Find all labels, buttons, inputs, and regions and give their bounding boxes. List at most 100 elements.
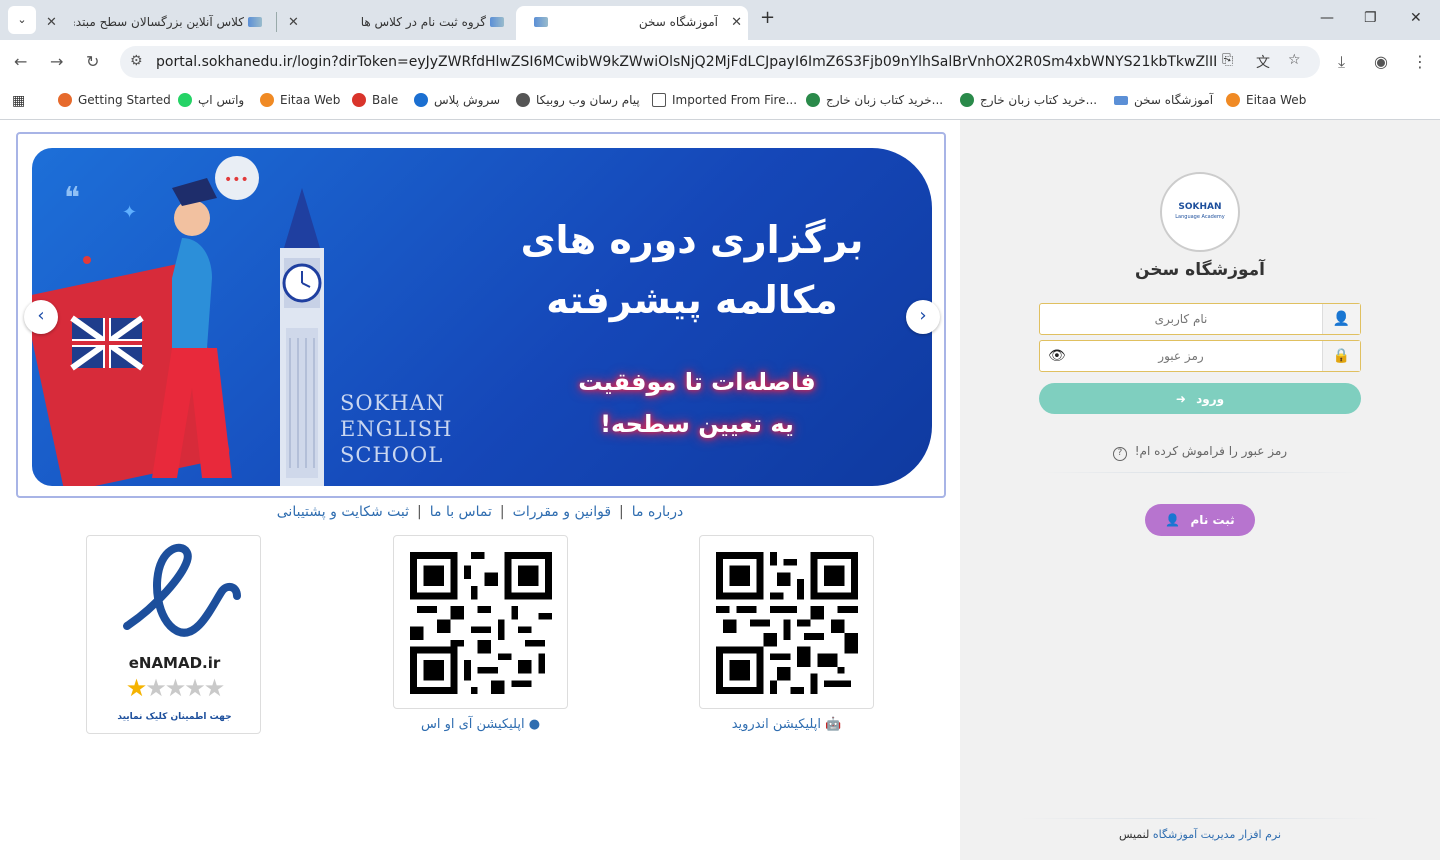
omnibox[interactable]: ⚙ portal.sokhanedu.ir/login?dirToken=eyJ… (120, 46, 1320, 78)
android-qr-card[interactable] (699, 535, 874, 709)
enamad-stars: ★★★★★ (125, 674, 226, 702)
signup-button-label: ثبت نام (1190, 513, 1235, 527)
user-add-icon: 👤 (1165, 513, 1181, 527)
close-icon[interactable]: ✕ (288, 15, 299, 30)
academy-name: آموزشگاه سخن (1134, 260, 1265, 280)
enamad-logo-icon (123, 543, 241, 637)
bookmark-rubika[interactable]: پیام رسان وب روبیکا (516, 93, 640, 107)
login-button-label: ورود (1196, 391, 1225, 406)
translate-icon[interactable]: 文 (1256, 52, 1270, 72)
divider (1039, 472, 1361, 473)
svg-text:•••: ••• (224, 172, 249, 188)
bookmark-sokhan[interactable]: آموزشگاه سخن (1114, 93, 1213, 107)
android-qr-code (716, 552, 858, 694)
lock-icon: 🔒 (1322, 341, 1360, 371)
banner-tagline-2: یه تعیین سطحه! (600, 410, 794, 438)
ios-qr-card[interactable] (393, 535, 568, 709)
tab-search-icon[interactable]: ⌄ (8, 6, 36, 34)
site-info-icon[interactable]: ⚙ (130, 53, 143, 69)
user-icon: 👤 (1322, 304, 1360, 334)
login-panel: SOKHAN Language Academy آموزشگاه سخن 👤 👁… (960, 120, 1440, 860)
tab-title: آموزشگاه سخن (638, 15, 718, 29)
svg-text:✦: ✦ (122, 202, 137, 223)
promo-carousel[interactable]: ••• ❝ ✦ SOKHAN ENGLISH SCHOOL برگزاری دو… (16, 132, 946, 498)
logo-title: SOKHAN (1178, 202, 1222, 212)
apple-icon: ● (528, 717, 541, 732)
bookmark-book-shop-2[interactable]: خرید کتاب زبان خارج... (960, 93, 1097, 107)
bookmark-whatsapp[interactable]: واتس اپ (178, 93, 244, 107)
bookmark-bale[interactable]: Bale (352, 93, 398, 107)
bookmark-imported-folder[interactable]: Imported From Fire... (652, 93, 797, 107)
android-app-caption[interactable]: 🤖 اپلیکیشن اندروید (699, 717, 874, 732)
banner-headline-2: مکالمه پیشرفته (546, 278, 838, 322)
site-favicon (490, 17, 504, 27)
new-tab-icon[interactable]: + (760, 7, 775, 28)
back-icon[interactable]: ← (14, 52, 27, 71)
login-button[interactable]: ورود ➜ (1039, 383, 1361, 414)
sign-in-icon: ➜ (1175, 391, 1186, 406)
logo-subtitle: Language Academy (1175, 214, 1225, 220)
tab-beginners-class[interactable]: ✕ کلاس آنلاین بزرگسالان سطح مبتدی (36, 6, 274, 40)
enamad-title: eNAMAD.ir (128, 654, 221, 672)
bookmark-soroush[interactable]: سروش پلاس (414, 93, 500, 107)
forward-icon[interactable]: → (50, 52, 63, 71)
menu-icon[interactable]: ⋮ (1412, 52, 1428, 71)
footer-divider (1020, 818, 1380, 819)
close-window-icon[interactable]: ✕ (1410, 10, 1422, 26)
big-ben-illustration (280, 188, 324, 486)
carousel-prev-button[interactable]: ‹ (24, 300, 58, 334)
bookmarks-bar: ▦ Getting Started واتس اپ Eitaa Web Bale… (0, 84, 1440, 120)
install-app-icon[interactable]: ⎘ (1222, 52, 1233, 68)
signup-button[interactable]: ثبت نام 👤 (1145, 504, 1255, 536)
banner-tagline-1: فاصله‌ات تا موفقیت (578, 368, 816, 396)
site-favicon (534, 17, 548, 27)
carousel-next-button[interactable]: › (906, 300, 940, 334)
bookmark-star-icon[interactable]: ☆ (1288, 52, 1301, 68)
tab-registration-group[interactable]: ✕ گروه ثبت نام در کلاس ها (278, 6, 516, 40)
password-input[interactable] (1040, 341, 1322, 371)
username-input[interactable] (1040, 304, 1322, 334)
profile-icon[interactable]: ◉ (1374, 52, 1388, 71)
tab-sokhan-active[interactable]: ✕ آموزشگاه سخن (516, 6, 748, 40)
terms-link[interactable]: قوانین و مقررات (513, 504, 611, 520)
tab-title: گروه ثبت نام در کلاس ها (360, 15, 486, 29)
download-icon[interactable]: ⤓ (1338, 52, 1345, 72)
reload-icon[interactable]: ↻ (86, 52, 99, 71)
svg-text:❝: ❝ (64, 181, 80, 216)
close-icon[interactable]: ✕ (46, 15, 57, 30)
android-icon: 🤖 (825, 717, 842, 732)
apps-icon[interactable]: ▦ (12, 93, 25, 109)
complaint-support-link[interactable]: ثبت شکایت و پشتیبانی (277, 504, 409, 520)
powered-by-link[interactable]: نرم افزار مدیریت آموزشگاه (1153, 828, 1281, 841)
close-icon[interactable]: ✕ (731, 15, 742, 30)
password-field[interactable]: 👁 🔒 (1039, 340, 1361, 372)
banner-headline-1: برگزاری دوره های (520, 218, 864, 262)
footer-links: درباره ما|قوانین و مقررات|تماس با ما|ثبت… (276, 504, 684, 520)
student-illustration: ••• ❝ ✦ (32, 156, 259, 486)
bookmark-eitaa[interactable]: Eitaa Web (260, 93, 340, 107)
url-text[interactable]: portal.sokhanedu.ir/login?dirToken=eyJyZ… (156, 54, 1216, 70)
bookmark-eitaa-2[interactable]: Eitaa Web (1226, 93, 1306, 107)
promo-slide: ••• ❝ ✦ SOKHAN ENGLISH SCHOOL برگزاری دو… (32, 148, 932, 486)
academy-logo: SOKHAN Language Academy (1160, 172, 1240, 252)
powered-by-brand: لنمیس (1118, 828, 1150, 841)
restore-icon[interactable]: ❐ (1364, 10, 1377, 26)
contact-link[interactable]: تماس با ما (430, 504, 492, 520)
ios-app-caption[interactable]: ● اپلیکیشن آی او اس (393, 717, 568, 732)
about-link[interactable]: درباره ما (632, 504, 683, 520)
browser-tabstrip: ⌄ ✕ کلاس آنلاین بزرگسالان سطح مبتدی ✕ گر… (0, 0, 1440, 40)
username-field[interactable]: 👤 (1039, 303, 1361, 335)
bookmark-book-shop-1[interactable]: خرید کتاب زبان خارج... (806, 93, 943, 107)
address-bar-row: ← → ↻ ⚙ portal.sokhanedu.ir/login?dirTok… (0, 40, 1440, 84)
school-watermark: SOKHAN ENGLISH SCHOOL (340, 391, 453, 467)
question-icon: ? (1112, 447, 1127, 461)
ios-qr-code (410, 552, 552, 694)
forgot-password-link[interactable]: رمز عبور را فراموش کرده ام! ? (1039, 444, 1361, 461)
enamad-badge[interactable]: eNAMAD.ir ★★★★★ جهت اطمینان کلیک نمایید (86, 535, 261, 734)
enamad-subtitle: جهت اطمینان کلیک نمایید (117, 712, 232, 722)
minimize-icon[interactable]: — (1320, 10, 1334, 26)
tab-title: کلاس آنلاین بزرگسالان سطح مبتدی (74, 15, 244, 29)
bookmark-getting-started[interactable]: Getting Started (58, 93, 171, 107)
powered-by: نرم افزار مدیریت آموزشگاه لنمیس (960, 828, 1440, 841)
site-favicon (248, 17, 262, 27)
